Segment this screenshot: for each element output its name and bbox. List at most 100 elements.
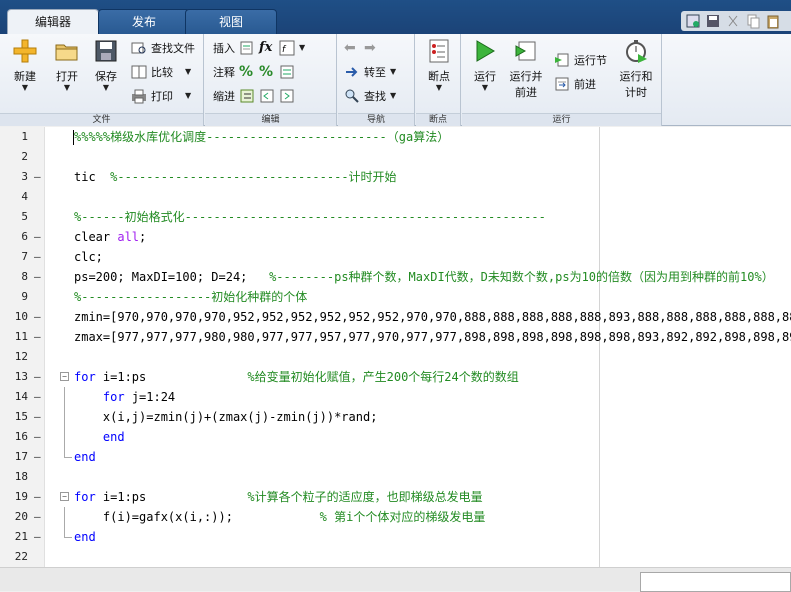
magnifier-icon [344, 88, 360, 104]
code-line[interactable]: 7 — clc; [0, 247, 791, 267]
line-number: 16 [14, 430, 28, 443]
code-editor[interactable]: 1 %%%%%梯级水库优化调度-------------------------（… [0, 127, 791, 567]
code-line[interactable]: 2 [0, 147, 791, 167]
code-token: i=1:ps [102, 370, 248, 384]
line-number: 13 [14, 370, 28, 383]
code-comment: %%%%%梯级水库优化调度-------------------------（g… [74, 130, 450, 144]
insert-function-icon[interactable]: f [279, 40, 295, 56]
find-button[interactable]: 查找 ▼ [344, 88, 396, 104]
code-keyword: for [74, 370, 103, 384]
code-line[interactable]: 13 — − for i=1:ps %给变量初始化赋值，产生200个每行24个数的数组 [0, 367, 791, 387]
insert-dropdown-icon[interactable]: ▼ [299, 44, 305, 52]
compare-label: 比较 [151, 66, 173, 79]
code-token: tic [74, 170, 111, 184]
save-label: 保存 [95, 70, 117, 83]
breakpoint-marker[interactable]: — [34, 407, 41, 427]
navigate-group: ⬅ ➡ 转至 ▼ 查找 ▼ 导航 [338, 34, 415, 126]
code-line[interactable]: 20 — f(i)=gafx(x(i,:)); % 第i个个体对应的梯级发电量 [0, 507, 791, 527]
breakpoint-marker[interactable]: — [34, 447, 41, 467]
code-line[interactable]: 17 — end [0, 447, 791, 467]
code-line[interactable]: 3 — tic %--------------------------------计… [0, 167, 791, 187]
breakpoint-marker[interactable]: — [34, 387, 41, 407]
code-line[interactable]: 8 — ps=200; MaxDI=100; D=24; %--------ps种群… [0, 267, 791, 287]
save-button[interactable]: 保存 ▼ [89, 38, 123, 92]
uncomment-percent-icon[interactable]: % [259, 64, 275, 80]
run-and-advance-button[interactable]: 运行并 前进 [506, 38, 546, 100]
code-line[interactable]: 11 — zmax=[977,977,977,980,980,977,977,957… [0, 327, 791, 347]
code-line[interactable]: 14 — for j=1:24 [0, 387, 791, 407]
code-line[interactable]: 12 [0, 347, 791, 367]
advance-button[interactable]: 前进 [554, 76, 596, 92]
open-button[interactable]: 打开 ▼ [50, 38, 84, 92]
code-line[interactable]: 15 — x(i,j)=zmin(j)+(zmax(j)-zmin(j))*ran… [0, 407, 791, 427]
run-group: 运行 ▼ 运行并 前进 运行节 前进 运行和 计时 运行 [462, 34, 662, 126]
new-dropdown-icon: ▼ [21, 83, 29, 92]
breakpoint-marker[interactable]: — [34, 227, 41, 247]
tab-publish[interactable]: 发布 [98, 9, 190, 34]
run-time-label-2: 计时 [625, 86, 647, 99]
code-token: clc; [74, 250, 103, 264]
breakpoint-marker[interactable]: — [34, 507, 41, 527]
breakpoint-marker[interactable]: — [34, 327, 41, 347]
breakpoint-marker[interactable]: — [34, 487, 41, 507]
breakpoint-marker[interactable]: — [34, 167, 41, 187]
run-and-time-button[interactable]: 运行和 计时 [614, 38, 658, 100]
breakpoint-marker[interactable]: — [34, 247, 41, 267]
code-token: i=1:ps [102, 490, 248, 504]
back-arrow-icon[interactable]: ⬅ [344, 40, 360, 56]
file-group: 新建 ▼ 打开 ▼ 保存 ▼ 查找文件 比较 ▼ 打印 ▼ 文件 [0, 34, 204, 126]
code-text: zmin=[970,970,970,970,952,952,952,952,95… [74, 307, 791, 327]
forward-arrow-icon[interactable]: ➡ [364, 40, 380, 56]
tab-view[interactable]: 视图 [185, 9, 277, 34]
run-section-button[interactable]: 运行节 [554, 52, 607, 68]
cut-icon[interactable] [725, 13, 741, 29]
code-line[interactable]: 19 — − for i=1:ps %计算各个粒子的适应度，也即梯级总发电量 [0, 487, 791, 507]
insert-section-icon[interactable] [239, 40, 255, 56]
code-line[interactable]: 18 [0, 467, 791, 487]
goto-button[interactable]: 转至 ▼ [344, 64, 396, 80]
find-files-button[interactable]: 查找文件 [131, 40, 195, 56]
code-text: end [74, 427, 125, 447]
compare-button[interactable]: 比较 ▼ [131, 64, 191, 80]
code-line[interactable]: 21 — end [0, 527, 791, 547]
code-keyword: for [74, 490, 103, 504]
code-text: for j=1:24 [74, 387, 175, 407]
wrap-comments-icon[interactable] [279, 64, 295, 80]
breakpoints-dropdown-icon: ▼ [435, 83, 443, 92]
code-line[interactable]: 1 %%%%%梯级水库优化调度-------------------------（… [0, 127, 791, 147]
run-button[interactable]: 运行 ▼ [468, 38, 502, 92]
fx-icon[interactable]: fx [259, 40, 275, 56]
code-line[interactable]: 5 %------初始格式化---------------------------… [0, 207, 791, 227]
code-line[interactable]: 4 [0, 187, 791, 207]
breakpoint-marker[interactable]: — [34, 307, 41, 327]
breakpoint-marker[interactable]: — [34, 267, 41, 287]
code-line[interactable]: 9 %------------------初始化种群的个体 [0, 287, 791, 307]
increase-indent-icon[interactable] [279, 88, 295, 104]
code-line[interactable]: 6 — clear all; [0, 227, 791, 247]
breakpoint-marker[interactable]: — [34, 427, 41, 447]
print-button[interactable]: 打印 ▼ [131, 88, 191, 104]
fold-toggle-icon[interactable]: − [60, 492, 69, 501]
smart-indent-icon[interactable] [239, 88, 255, 104]
save-icon[interactable] [705, 13, 721, 29]
decrease-indent-icon[interactable] [259, 88, 275, 104]
line-number: 8 [21, 270, 28, 283]
layout-icon[interactable] [685, 13, 701, 29]
comment-percent-icon[interactable]: % [239, 64, 255, 80]
code-line[interactable]: 16 — end [0, 427, 791, 447]
new-button[interactable]: 新建 ▼ [8, 38, 42, 92]
paste-icon[interactable] [765, 13, 781, 29]
code-line[interactable]: 22 [0, 547, 791, 567]
code-keyword: end [74, 450, 96, 464]
code-text: end [74, 447, 96, 467]
fold-guide-end [64, 457, 72, 458]
fold-toggle-icon[interactable]: − [60, 372, 69, 381]
tab-editor[interactable]: 编辑器 [7, 9, 99, 35]
breakpoint-marker[interactable]: — [34, 367, 41, 387]
breakpoint-marker[interactable]: — [34, 527, 41, 547]
line-number: 7 [21, 250, 28, 263]
breakpoints-button[interactable]: 断点 ▼ [422, 38, 456, 92]
code-line[interactable]: 10 — zmin=[970,970,970,970,952,952,952,952… [0, 307, 791, 327]
copy-icon[interactable] [745, 13, 761, 29]
